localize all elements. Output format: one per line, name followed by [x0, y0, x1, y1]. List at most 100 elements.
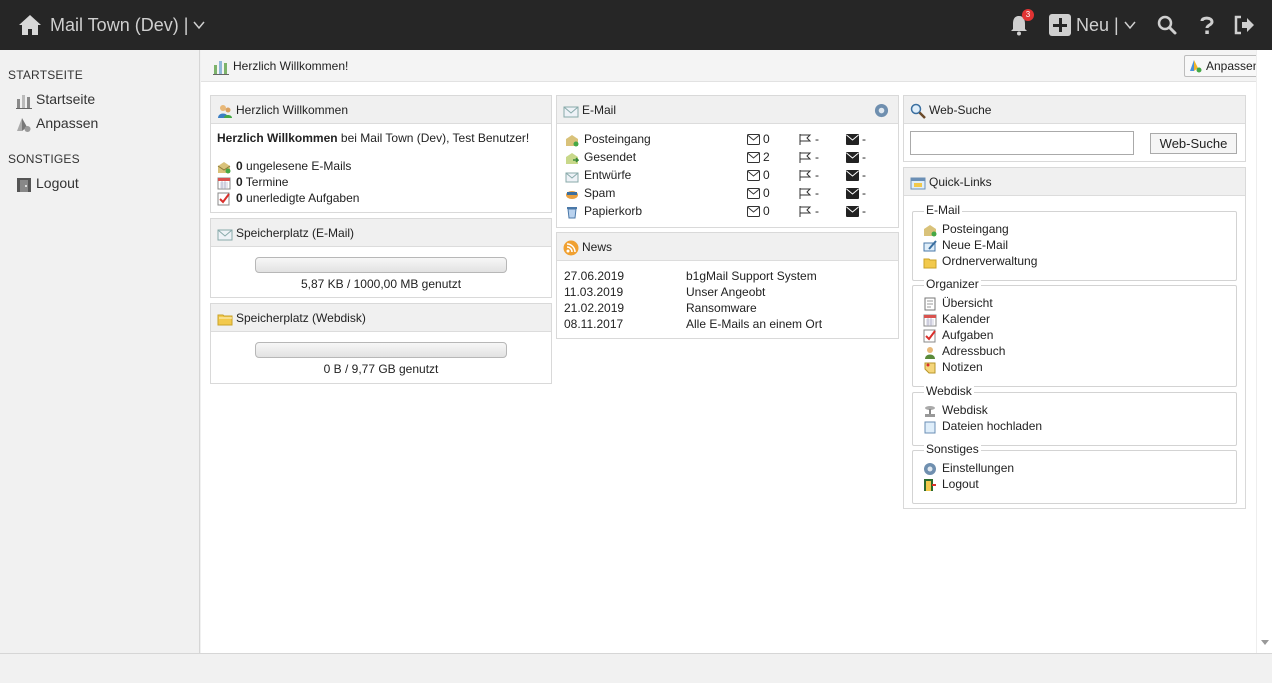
- customize-button[interactable]: Anpassen: [1184, 55, 1259, 77]
- quicklink-label: Adressbuch: [942, 344, 1006, 358]
- widget-title: Quick-Links: [929, 175, 992, 189]
- sent-icon: [566, 153, 579, 164]
- email-widget: E-Mail Posteingang 0- - Gesendet 2- - Entwürfe…: [556, 95, 899, 228]
- quicklink-label: Übersicht: [942, 296, 993, 310]
- news-date: 11.03.2019: [564, 285, 624, 299]
- scroll-down-arrow-icon[interactable]: [1261, 640, 1269, 645]
- quicklink-label: Neue E-Mail: [942, 238, 1009, 252]
- news-title: b1gMail Support System: [686, 269, 817, 283]
- widget-title: E-Mail: [582, 103, 617, 117]
- folder-flagged-value: -: [815, 204, 819, 218]
- users-icon: [218, 105, 232, 118]
- folder-unread-value: -: [862, 168, 866, 182]
- chevron-down-icon[interactable]: [193, 18, 205, 32]
- widget-header[interactable]: Herzlich Willkommen: [211, 96, 551, 124]
- envelope-outline-icon: [747, 170, 760, 181]
- widget-header[interactable]: Web-Suche: [904, 96, 1245, 124]
- group-legend: Organizer: [924, 277, 981, 291]
- folder-unread-value: -: [862, 204, 866, 218]
- spam-icon: [566, 191, 578, 199]
- flag-icon: [799, 170, 812, 181]
- widget-header[interactable]: Speicherplatz (Webdisk): [211, 304, 551, 332]
- news-item[interactable]: 11.03.2019 Unser Angeobt: [557, 285, 897, 301]
- email-folder-row[interactable]: Gesendet 2 - -: [565, 150, 885, 166]
- flag-icon: [799, 188, 812, 199]
- widget-title: News: [582, 240, 613, 254]
- upload-icon: [924, 421, 936, 434]
- quicklinks-group-organizer: Organizer Übersicht Kalender Aufgaben Adress…: [912, 277, 1237, 387]
- compose-icon: [923, 240, 937, 252]
- quicklinks-icon: [910, 177, 926, 190]
- envelope-filled-icon: [846, 206, 859, 217]
- home-icon[interactable]: [18, 14, 42, 36]
- top-navbar: Mail Town (Dev) | 3 Neu |: [0, 0, 1272, 50]
- folder-count-value: 0: [763, 168, 770, 182]
- news-item[interactable]: 21.02.2019 Ransomware: [557, 301, 897, 317]
- flag-icon: [799, 134, 812, 145]
- envelope-outline-icon: [747, 206, 760, 217]
- search-icon[interactable]: [1156, 14, 1178, 36]
- stat-label: unerledigte Aufgaben: [242, 191, 360, 205]
- quicklink-label: Aufgaben: [942, 328, 994, 342]
- websearch-button[interactable]: Web-Suche: [1150, 133, 1237, 154]
- settings-icon: [924, 463, 936, 475]
- tasks-icon: [923, 329, 936, 343]
- news-date: 27.06.2019: [564, 269, 625, 283]
- new-button[interactable]: Neu |: [1049, 14, 1139, 38]
- envelope-outline-icon: [747, 152, 760, 163]
- main-content: Herzlich Willkommen! Anpassen Herzlich W…: [201, 50, 1259, 653]
- logout-icon[interactable]: [1233, 14, 1255, 36]
- folder-name: Posteingang: [584, 132, 651, 146]
- quicklinks-group-sonstiges: Sonstiges Einstellungen Logout: [912, 442, 1237, 504]
- folder-flagged-value: -: [815, 168, 819, 182]
- quicklink-label: Einstellungen: [942, 461, 1015, 475]
- customize-icon: [17, 118, 31, 132]
- addressbook-icon: [925, 347, 935, 359]
- email-folder-row[interactable]: Papierkorb 0 - -: [565, 204, 885, 220]
- email-folder-row[interactable]: Posteingang 0 - -: [565, 132, 885, 148]
- widget-header[interactable]: News: [557, 233, 898, 261]
- folder-count-value: 2: [763, 150, 770, 164]
- sidebar-section-sonstiges: SONSTIGES: [8, 152, 80, 166]
- app-title[interactable]: Mail Town (Dev) |: [50, 15, 188, 36]
- news-widget: News 27.06.2019 b1gMail Support System 11.…: [556, 232, 899, 339]
- dashboard-icon: [16, 95, 32, 109]
- widget-header[interactable]: Speicherplatz (E-Mail): [211, 219, 551, 247]
- flag-icon: [799, 152, 812, 163]
- folder-unread-value: -: [862, 186, 866, 200]
- quicklink-label: Logout: [942, 477, 979, 491]
- email-folder-row[interactable]: Entwürfe 0 - -: [565, 168, 885, 184]
- quicklinks-group-email: E-Mail Posteingang Neue E-Mail Ordnerverwal…: [912, 203, 1237, 281]
- folder-name: Spam: [584, 186, 616, 200]
- page-header: Herzlich Willkommen! Anpassen: [201, 50, 1259, 82]
- storage-webdisk-label: 0 B / 9,77 GB genutzt: [323, 362, 439, 376]
- news-item[interactable]: 08.11.2017 Alle E-Mails an einem Ort: [557, 317, 897, 333]
- folder-flagged-value: -: [815, 186, 819, 200]
- gear-icon[interactable]: [874, 103, 889, 118]
- storage-webdisk-bar: [255, 342, 507, 358]
- overview-icon: [924, 297, 936, 311]
- inbox-icon: [566, 135, 579, 147]
- vertical-scrollbar[interactable]: [1256, 50, 1272, 653]
- stat-label: Termine: [242, 175, 289, 189]
- sidebar: STARTSEITE Startseite Anpassen SONSTIGES…: [0, 50, 200, 653]
- folder-unread-value: -: [862, 132, 866, 146]
- storage-email-label: 5,87 KB / 1000,00 MB genutzt: [300, 277, 462, 291]
- webdisk-icon: [925, 406, 935, 417]
- websearch-input[interactable]: [910, 131, 1134, 155]
- envelope-outline-icon: [747, 134, 760, 145]
- folder-unread-value: -: [862, 150, 866, 164]
- customize-icon: [1190, 60, 1202, 73]
- envelope-filled-icon: [846, 134, 859, 145]
- widget-header[interactable]: Quick-Links: [904, 168, 1245, 196]
- news-item[interactable]: 27.06.2019 b1gMail Support System: [557, 269, 897, 285]
- help-icon[interactable]: [1196, 14, 1218, 36]
- envelope-outline-icon: [747, 188, 760, 199]
- widget-header[interactable]: E-Mail: [557, 96, 898, 124]
- email-folder-row[interactable]: Spam 0 - -: [565, 186, 885, 202]
- notes-icon: [924, 362, 936, 374]
- rss-icon: [563, 240, 579, 256]
- sidebar-section-startseite: STARTSEITE: [8, 68, 83, 82]
- news-title: Unser Angeobt: [686, 285, 766, 299]
- greeting-text: bei Mail Town (Dev), Test Benutzer!: [337, 131, 530, 145]
